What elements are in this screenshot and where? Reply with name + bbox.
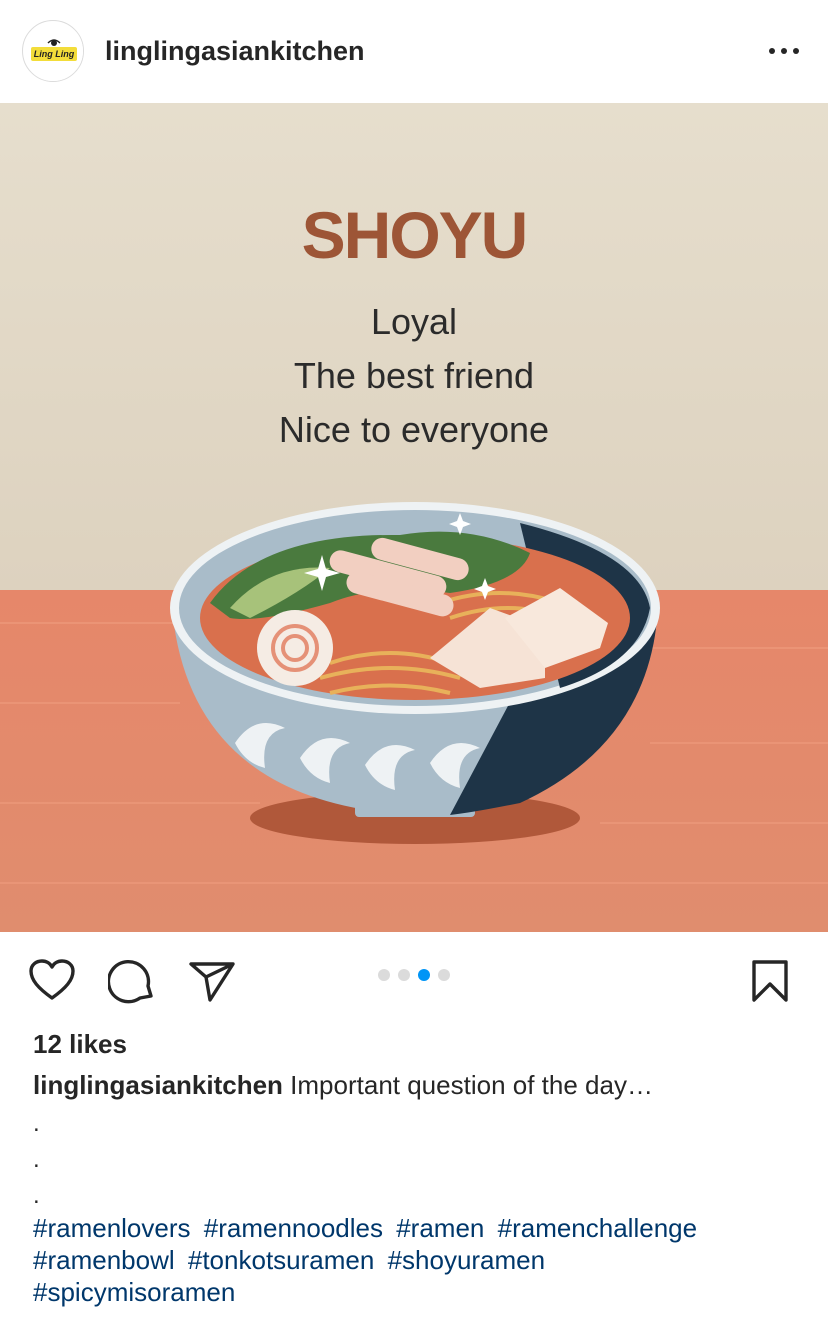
more-options-icon[interactable] <box>764 36 804 66</box>
hashtag-link[interactable]: #ramenlovers <box>33 1213 191 1243</box>
post-image[interactable]: SHOYU Loyal The best friend Nice to ever… <box>0 103 828 932</box>
likes-count[interactable]: 12 likes <box>33 1028 127 1060</box>
hashtag-link[interactable]: #spicymisoramen <box>33 1277 235 1307</box>
bookmark-icon[interactable] <box>750 959 790 1003</box>
hashtag-link[interactable]: #shoyuramen <box>388 1245 546 1275</box>
post-line-2: The best friend <box>293 355 535 396</box>
caption: linglingasiankitchen Important question … <box>33 1068 653 1102</box>
post-title: SHOYU <box>301 198 529 272</box>
hashtag-link[interactable]: #ramenchallenge <box>498 1213 697 1243</box>
post-header: Ling Ling linglingasiankitchen <box>0 0 828 103</box>
carousel-dot <box>438 969 450 981</box>
post-line-3: Nice to everyone <box>278 409 550 450</box>
carousel-indicator <box>374 969 454 983</box>
comment-icon[interactable] <box>106 958 156 1004</box>
hashtag-link[interactable]: #ramennoodles <box>204 1213 383 1243</box>
caption-period: . <box>33 1182 40 1209</box>
post-line-1: Loyal <box>370 301 458 342</box>
carousel-dot <box>378 969 390 981</box>
heart-icon[interactable] <box>28 958 76 1002</box>
caption-username[interactable]: linglingasiankitchen <box>33 1070 283 1100</box>
hashtags: #ramenlovers #ramennoodles #ramen #ramen… <box>33 1212 813 1308</box>
avatar-logo-text: Ling Ling <box>33 49 75 59</box>
caption-period: . <box>33 1110 40 1137</box>
hashtag-link[interactable]: #tonkotsuramen <box>188 1245 374 1275</box>
profile-avatar[interactable]: Ling Ling <box>22 20 84 82</box>
carousel-dot <box>398 969 410 981</box>
header-username[interactable]: linglingasiankitchen <box>105 34 365 68</box>
caption-period: . <box>33 1146 40 1173</box>
paper-plane-icon[interactable] <box>188 960 236 1002</box>
carousel-dot-active <box>418 969 430 981</box>
hashtag-link[interactable]: #ramenbowl <box>33 1245 175 1275</box>
action-bar <box>0 932 828 1022</box>
caption-text: Important question of the day… <box>290 1070 653 1100</box>
hashtag-link[interactable]: #ramen <box>396 1213 484 1243</box>
